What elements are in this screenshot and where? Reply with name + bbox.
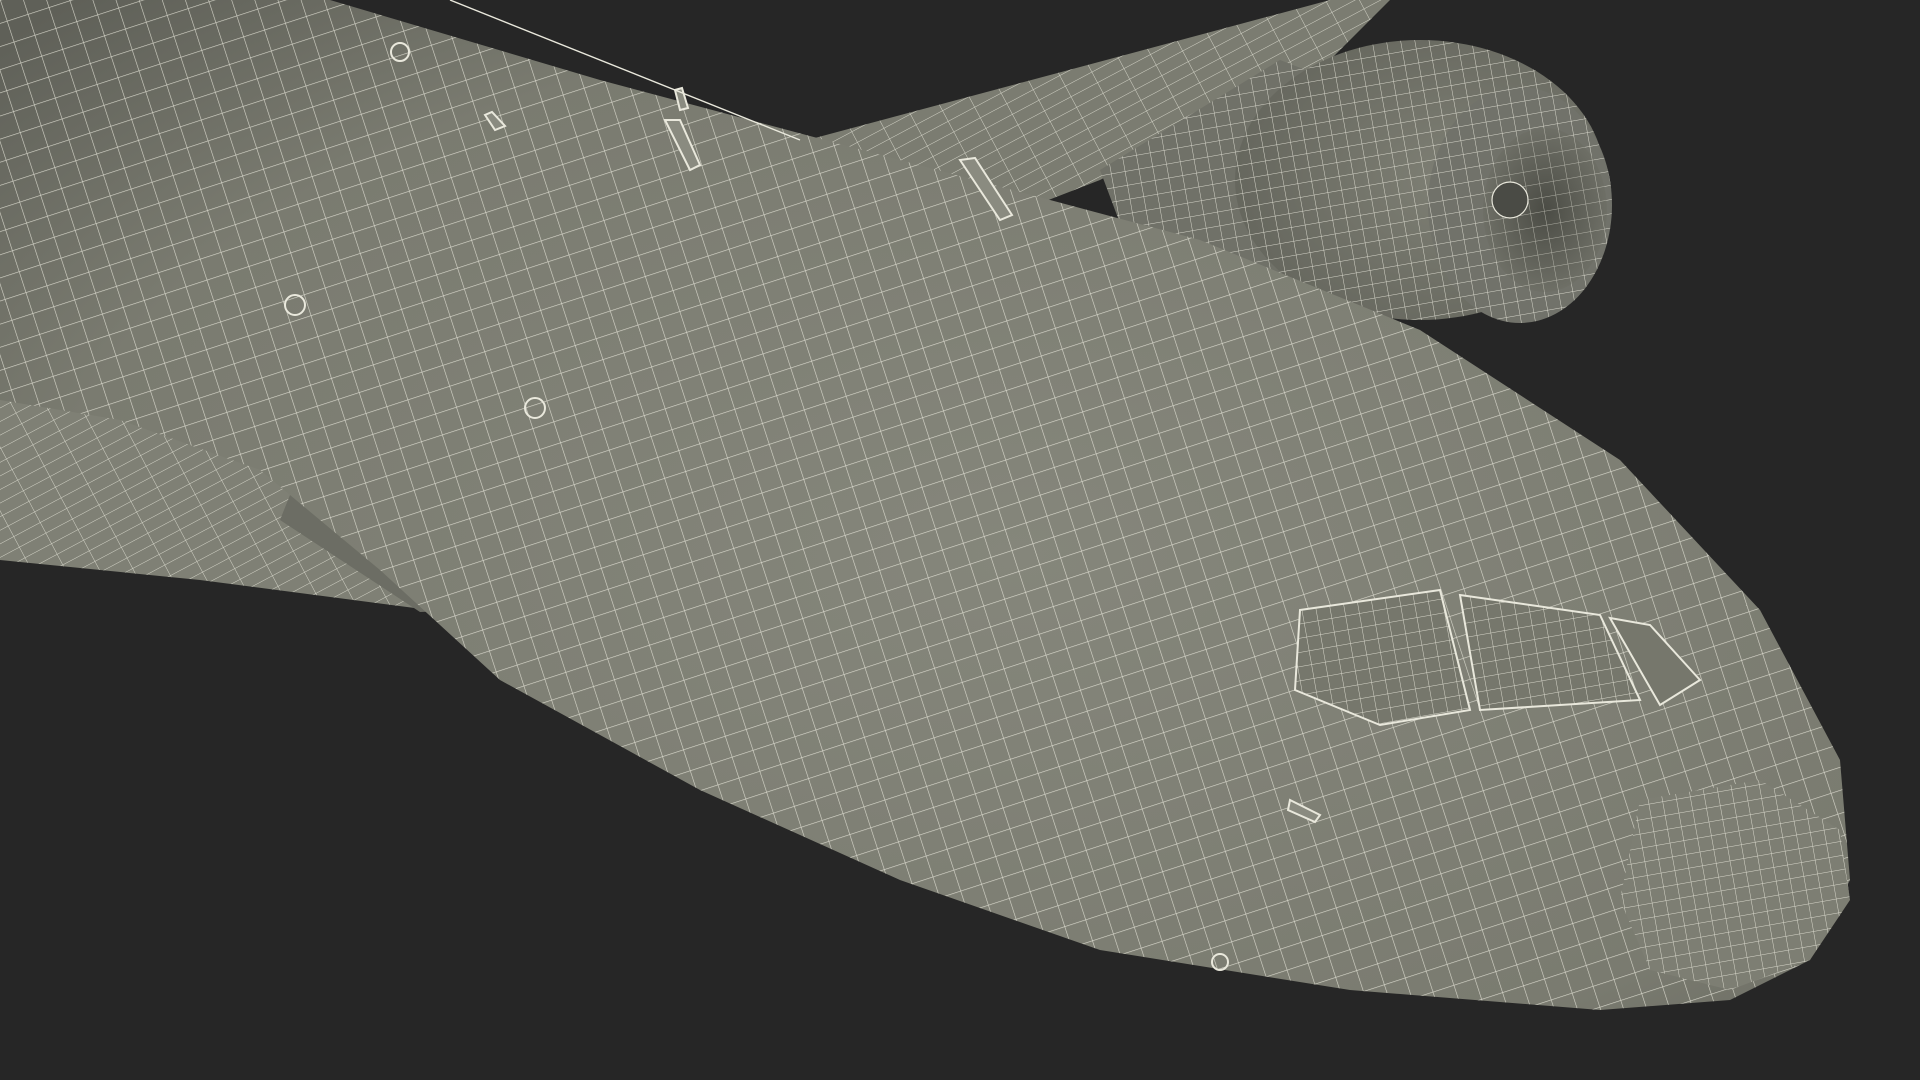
wireframe-render-canvas [0,0,1850,1010]
